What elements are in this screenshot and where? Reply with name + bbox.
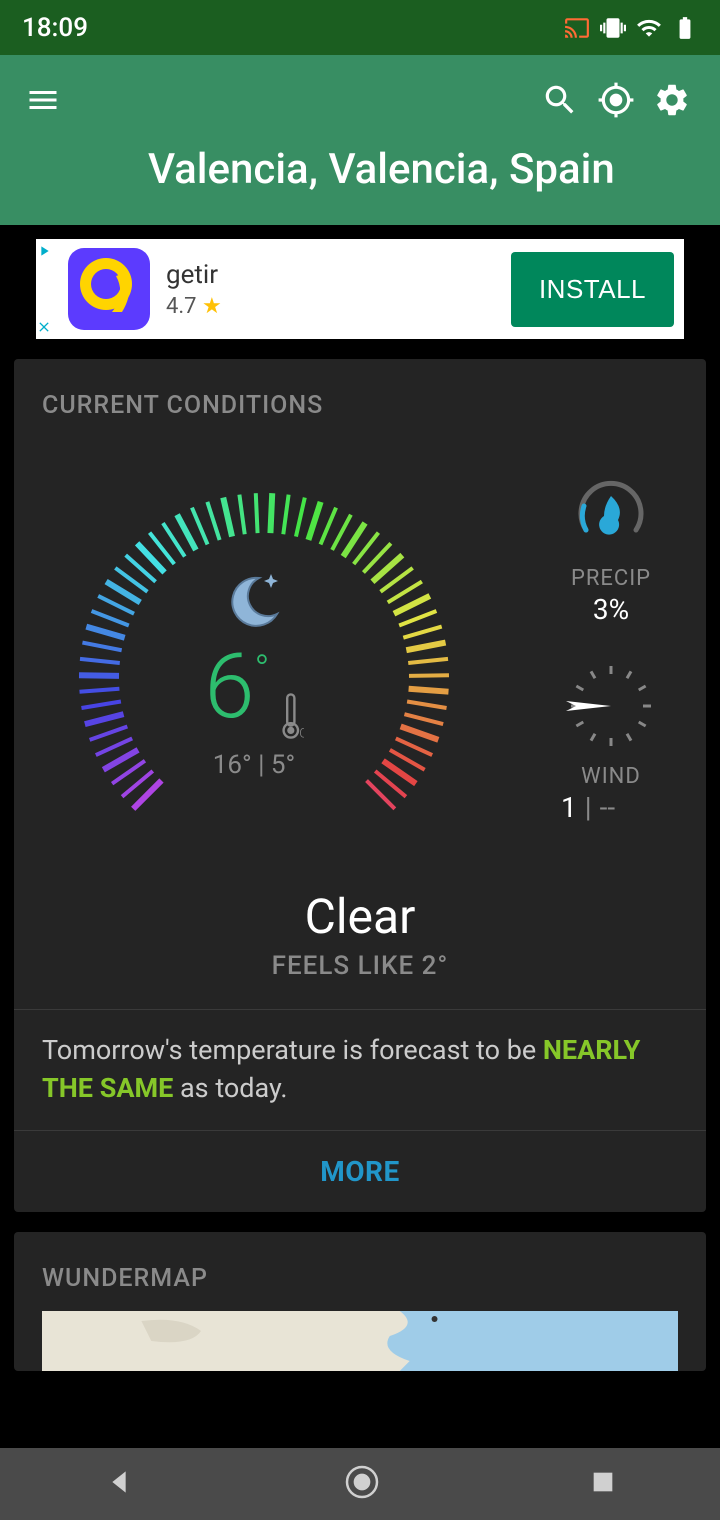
system-nav-bar <box>0 1448 720 1520</box>
locate-button[interactable] <box>588 72 644 128</box>
wind-label: WIND <box>561 764 661 789</box>
temperature-gauge: 6° C 16° | 5° <box>34 448 536 868</box>
temperature-value: 6° C <box>204 642 303 740</box>
precip-label: PRECIP <box>566 566 656 591</box>
wind-compass-icon <box>561 656 661 756</box>
menu-button[interactable] <box>20 77 66 123</box>
nav-home-button[interactable] <box>342 1462 382 1506</box>
forecast-summary: Tomorrow's temperature is forecast to be… <box>14 1009 706 1130</box>
ad-rating: 4.7 ★ <box>166 294 222 319</box>
precip-block: PRECIP 3% <box>566 468 656 626</box>
wind-block: WIND 1 | -- <box>561 656 661 824</box>
ad-info: getir 4.7 ★ <box>166 260 222 319</box>
status-time: 18:09 <box>22 13 88 43</box>
cast-icon <box>564 15 590 41</box>
map-preview[interactable] <box>42 1311 678 1371</box>
settings-button[interactable] <box>644 72 700 128</box>
wundermap-header: WUNDERMAP <box>14 1232 706 1311</box>
moon-icon <box>219 566 289 636</box>
wifi-icon <box>636 15 662 41</box>
conditions-header: CURRENT CONDITIONS <box>14 359 706 438</box>
toolbar <box>0 55 720 145</box>
temperature-range: 16° | 5° <box>213 750 296 780</box>
location-title[interactable]: Valencia, Valencia, Spain <box>0 145 720 195</box>
ad-install-button[interactable]: INSTALL <box>511 252 674 327</box>
thermometer-icon: C <box>280 692 304 740</box>
svg-text:C: C <box>299 727 304 740</box>
vibrate-icon <box>600 15 626 41</box>
feels-like: FEELS LIKE 2° <box>34 951 686 981</box>
ad-app-icon <box>68 248 150 330</box>
status-icons <box>564 15 698 41</box>
precip-gauge-icon <box>566 468 656 558</box>
nav-back-button[interactable] <box>103 1466 135 1502</box>
wind-value: 1 | -- <box>561 791 661 824</box>
condition-description: Clear <box>34 888 686 945</box>
nav-recent-button[interactable] <box>589 1468 617 1500</box>
ad-badge[interactable] <box>36 239 60 339</box>
wundermap-card[interactable]: WUNDERMAP <box>14 1232 706 1371</box>
search-button[interactable] <box>532 72 588 128</box>
app-bar: Valencia, Valencia, Spain <box>0 55 720 225</box>
ad-banner[interactable]: getir 4.7 ★ INSTALL <box>36 239 684 339</box>
current-conditions-card: CURRENT CONDITIONS 6° C <box>14 359 706 1212</box>
precip-value: 3% <box>566 593 656 626</box>
ad-name: getir <box>166 260 222 290</box>
battery-icon <box>672 15 698 41</box>
status-bar: 18:09 <box>0 0 720 55</box>
more-button[interactable]: MORE <box>14 1130 706 1212</box>
